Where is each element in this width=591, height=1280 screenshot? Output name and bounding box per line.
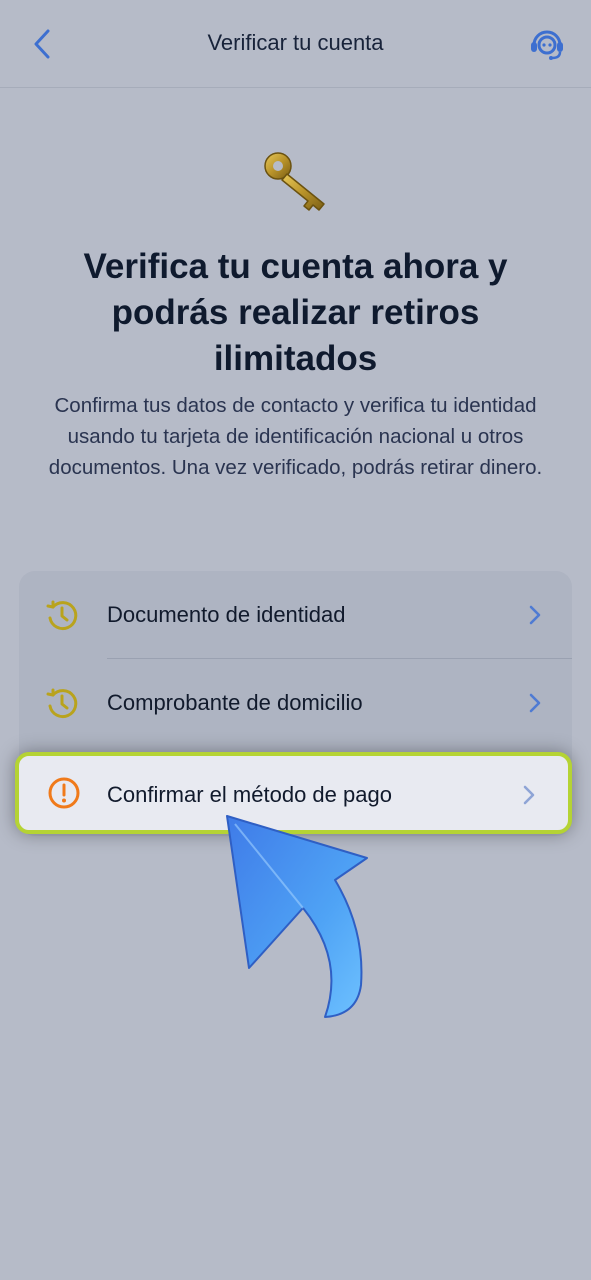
step-identity-document[interactable]: Documento de identidad [19,571,572,659]
chevron-right-icon [529,693,541,713]
step-label: Confirmar el método de pago [107,782,392,807]
hero-headline: Verifica tu cuenta ahora y podrás realiz… [83,247,508,378]
page-title: Verificar tu cuenta [207,30,384,55]
chevron-right-icon [529,605,541,625]
chevron-right-icon [523,785,535,805]
clock-pending-icon [46,688,78,719]
key-icon [264,152,325,211]
hero-description: Confirma tus datos de contacto y verific… [48,394,543,479]
step-label: Documento de identidad [107,602,346,627]
alert-circle-icon [48,777,80,809]
support-button[interactable] [525,22,569,66]
headset-support-icon [531,30,563,60]
step-label: Comprobante de domicilio [107,690,363,715]
top-bar: Verificar tu cuenta [0,0,591,88]
clock-pending-icon [46,600,78,631]
pointer-arrow-icon [226,815,368,1018]
step-proof-of-address[interactable]: Comprobante de domicilio [19,659,572,747]
